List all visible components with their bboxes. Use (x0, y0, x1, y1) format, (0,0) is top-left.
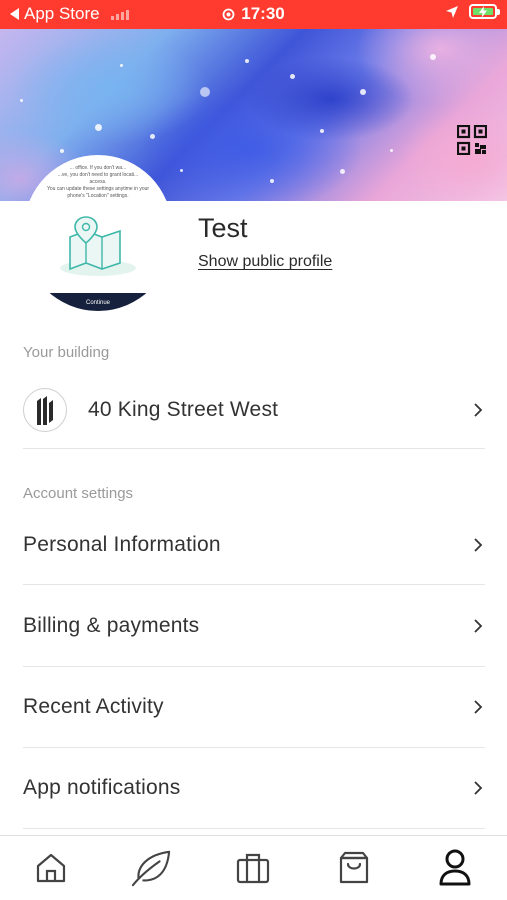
time-label: 17:30 (241, 4, 285, 23)
avatar-text: ... office. If you don't wa... ...ve, yo… (46, 165, 150, 199)
tab-profile[interactable] (435, 848, 475, 888)
chevron-right-icon (474, 700, 483, 714)
shopping-bag-icon (339, 851, 369, 884)
personal-information-label: Personal Information (23, 533, 221, 556)
profile-name: Test (198, 213, 248, 243)
location-arrow-icon (446, 5, 458, 18)
chevron-right-icon (474, 538, 483, 552)
recent-activity-label: Recent Activity (23, 695, 164, 718)
person-icon (439, 849, 471, 886)
building-name: 40 King Street West (88, 398, 279, 421)
tab-shop[interactable] (334, 848, 374, 888)
clock: 17:30 (0, 4, 507, 24)
profile-avatar[interactable]: ... office. If you don't wa... ...ve, yo… (24, 155, 172, 311)
building-row[interactable]: 40 King Street West (23, 372, 485, 449)
briefcase-icon (236, 853, 270, 884)
chevron-right-icon (474, 618, 483, 633)
map-pin-illustration (60, 216, 136, 276)
tab-home[interactable] (31, 848, 71, 888)
qr-code-icon (456, 124, 488, 156)
your-building-heading: Your building (23, 344, 110, 361)
status-bar: App Store 17:30 (0, 0, 507, 29)
battery-icon (469, 4, 500, 19)
app-notifications-row[interactable]: App notifications (23, 748, 485, 829)
app-notifications-label: App notifications (23, 776, 181, 799)
building-logo-icon (23, 388, 67, 432)
recent-activity-row[interactable]: Recent Activity (23, 667, 485, 748)
chevron-right-icon (474, 781, 483, 795)
bottom-tab-bar (0, 835, 507, 900)
tab-services[interactable] (233, 848, 273, 888)
tab-sustainability[interactable] (131, 848, 171, 888)
qr-code-button[interactable] (456, 124, 488, 156)
avatar-continue-text: Continue (85, 300, 111, 306)
home-icon (36, 853, 66, 883)
billing-payments-label: Billing & payments (23, 613, 200, 637)
chevron-right-icon (474, 403, 483, 417)
account-settings-heading: Account settings (23, 485, 134, 502)
show-public-profile-link[interactable]: Show public profile (198, 253, 332, 271)
billing-payments-row[interactable]: Billing & payments (23, 585, 485, 667)
personal-information-row[interactable]: Personal Information (23, 506, 485, 585)
alarm-icon (222, 8, 235, 20)
leaf-icon (131, 850, 171, 887)
